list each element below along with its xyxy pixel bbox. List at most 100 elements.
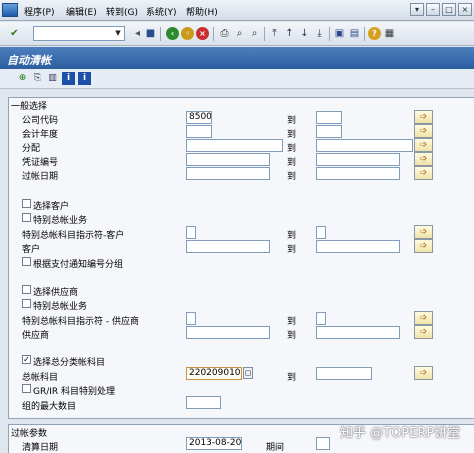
- close-window-icon[interactable]: ×: [458, 3, 472, 16]
- gl-account-to-input[interactable]: [316, 367, 372, 380]
- menu-program[interactable]: 程序(P): [24, 5, 54, 18]
- special-gl-indicator-customer-to-input[interactable]: [316, 226, 326, 239]
- multiple-selection-button[interactable]: ➩: [414, 311, 433, 325]
- menu-goto[interactable]: 转到(G): [106, 5, 138, 18]
- company-code-label: 公司代码: [22, 116, 59, 126]
- to-label: 到: [287, 317, 297, 327]
- standard-toolbar: ✔ ▼ ◂ ■ ‹ ◦ × ⎙ ⌕ ⌕ ⤒ ↑ ↓ ⤓ ▣ ▤ ? ▦: [0, 22, 474, 46]
- vendor-from-input[interactable]: [186, 326, 270, 339]
- toolbar-separator: [329, 27, 330, 41]
- company-code-to-input[interactable]: [316, 111, 342, 124]
- window-menu-icon[interactable]: ▾: [410, 3, 424, 16]
- maximize-icon[interactable]: □: [442, 3, 456, 16]
- window-controls: ▾ – □ ×: [410, 3, 472, 16]
- multiple-selection-button[interactable]: ➩: [414, 138, 433, 152]
- cancel-icon[interactable]: ×: [196, 27, 209, 40]
- posting-date-label: 过帐日期: [22, 172, 59, 182]
- exit-icon[interactable]: ◦: [181, 27, 194, 40]
- shortcut-icon[interactable]: ▤: [348, 27, 361, 40]
- fiscal-year-from-input[interactable]: [186, 125, 212, 138]
- vendor-to-input[interactable]: [316, 326, 400, 339]
- gl-account-label: 总帐科目: [22, 373, 59, 383]
- command-dropdown-icon[interactable]: ▼: [112, 27, 124, 40]
- print-icon[interactable]: ⎙: [218, 27, 231, 40]
- document-number-label: 凭证编号: [22, 158, 59, 168]
- special-gl-indicator-vendor-label: 特别总帐科目指示符 - 供应商: [22, 317, 139, 327]
- vendor-label: 供应商: [22, 331, 50, 341]
- assignment-to-input[interactable]: [316, 139, 413, 152]
- assignment-label: 分配: [22, 144, 41, 154]
- group-by-payment-advice-label: 根据支付通知编号分组: [33, 260, 124, 270]
- toolbar-separator: [213, 27, 214, 41]
- info-icon[interactable]: i: [62, 72, 75, 85]
- select-gl-accounts-checkbox[interactable]: ✓: [22, 355, 31, 364]
- special-gl-vendor-checkbox[interactable]: [22, 299, 31, 308]
- special-gl-indicator-vendor-to-input[interactable]: [316, 312, 326, 325]
- to-label: 到: [287, 331, 297, 341]
- to-label: 到: [287, 158, 297, 168]
- program-doc-icon[interactable]: i: [78, 72, 91, 85]
- customer-to-input[interactable]: [316, 240, 400, 253]
- find-next-icon[interactable]: ⌕: [248, 27, 261, 40]
- collapse-left-icon[interactable]: ◂: [131, 27, 144, 40]
- grir-special-label: GR/IR 科目特别处理: [33, 387, 116, 397]
- multiple-selection-button[interactable]: ➩: [414, 239, 433, 253]
- multiple-selection-button[interactable]: ➩: [414, 166, 433, 180]
- select-customers-checkbox[interactable]: [22, 199, 31, 208]
- special-gl-indicator-vendor-from-input[interactable]: [186, 312, 196, 325]
- last-page-icon[interactable]: ⤓: [313, 27, 326, 40]
- toolbar-separator: [160, 27, 161, 41]
- minimize-icon[interactable]: –: [426, 3, 440, 16]
- toolbar-separator: [364, 27, 365, 41]
- document-number-from-input[interactable]: [186, 153, 270, 166]
- save-icon[interactable]: ■: [144, 27, 157, 40]
- screen-title-bar: 自动清帐: [0, 47, 474, 69]
- max-groups-input[interactable]: [186, 396, 221, 409]
- customer-from-input[interactable]: [186, 240, 270, 253]
- menu-help[interactable]: 帮助(H): [186, 5, 218, 18]
- select-vendors-checkbox[interactable]: [22, 285, 31, 294]
- execute-icon[interactable]: ⊕: [16, 72, 29, 85]
- menu-system[interactable]: 系统(Y): [146, 5, 177, 18]
- grir-special-checkbox[interactable]: [22, 384, 31, 393]
- posting-date-from-input[interactable]: [186, 167, 270, 180]
- clearing-date-input[interactable]: 2013-08-20: [186, 437, 242, 450]
- multiple-selection-button[interactable]: ➩: [414, 124, 433, 138]
- special-gl-customer-checkbox[interactable]: [22, 213, 31, 222]
- search-help-icon[interactable]: ▢: [243, 367, 253, 379]
- multiple-selection-button[interactable]: ➩: [414, 325, 433, 339]
- special-gl-customer-label: 特别总帐业务: [33, 216, 88, 226]
- first-page-icon[interactable]: ⤒: [268, 27, 281, 40]
- sap-menu-icon[interactable]: [2, 3, 18, 17]
- multiple-selection-button[interactable]: ➩: [414, 110, 433, 124]
- company-code-from-input[interactable]: 8500: [186, 111, 212, 124]
- variant-icon[interactable]: ⎘: [31, 72, 44, 85]
- toolbar-separator: [264, 27, 265, 41]
- find-icon[interactable]: ⌕: [233, 27, 246, 40]
- back-icon[interactable]: ‹: [166, 27, 179, 40]
- select-vendors-label: 选择供应商: [33, 288, 79, 298]
- previous-page-icon[interactable]: ↑: [283, 27, 296, 40]
- period-input[interactable]: [316, 437, 330, 450]
- group-by-payment-advice-checkbox[interactable]: [22, 257, 31, 266]
- command-field[interactable]: ▼: [33, 26, 125, 41]
- new-session-icon[interactable]: ▣: [333, 27, 346, 40]
- enter-check-icon[interactable]: ✔: [8, 27, 21, 40]
- select-customers-label: 选择客户: [33, 202, 70, 212]
- fiscal-year-to-input[interactable]: [316, 125, 342, 138]
- next-page-icon[interactable]: ↓: [298, 27, 311, 40]
- document-number-to-input[interactable]: [316, 153, 400, 166]
- gl-account-from-input[interactable]: 2202090100: [186, 367, 242, 380]
- multiple-selection-button[interactable]: ➩: [414, 366, 433, 380]
- multiple-selection-button[interactable]: ➩: [414, 152, 433, 166]
- menu-edit[interactable]: 编辑(E): [66, 5, 97, 18]
- get-variant-icon[interactable]: ▥: [46, 72, 59, 85]
- help-icon[interactable]: ?: [368, 27, 381, 40]
- to-label: 到: [287, 245, 297, 255]
- to-label: 到: [287, 144, 297, 154]
- posting-date-to-input[interactable]: [316, 167, 400, 180]
- multiple-selection-button[interactable]: ➩: [414, 225, 433, 239]
- assignment-from-input[interactable]: [186, 139, 283, 152]
- customize-layout-icon[interactable]: ▦: [383, 27, 396, 40]
- special-gl-indicator-customer-from-input[interactable]: [186, 226, 196, 239]
